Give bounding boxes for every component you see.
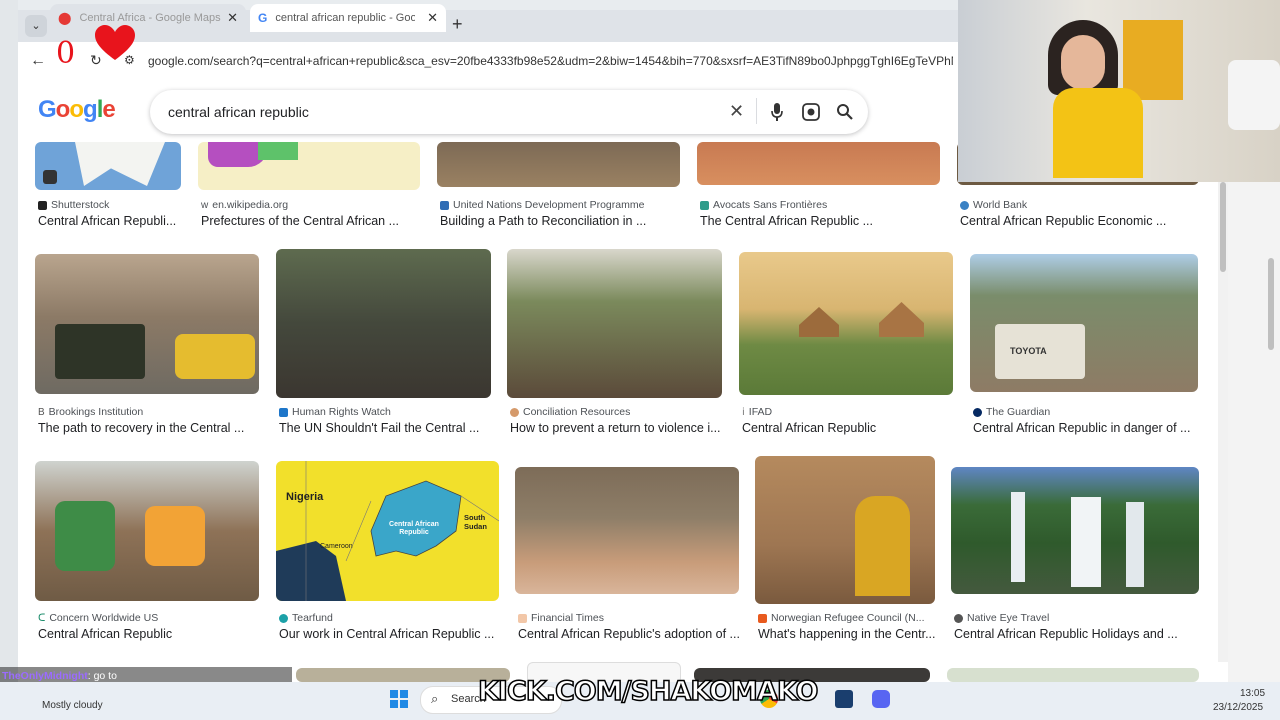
- page-scrollbar[interactable]: [1218, 182, 1228, 662]
- kick-watermark: KICK.COM/SHAKOMAKO: [477, 675, 819, 708]
- result-title[interactable]: Our work in Central African Republic ...: [279, 627, 499, 641]
- result-source[interactable]: United Nations Development Programme: [440, 199, 644, 211]
- result-title[interactable]: Central African Republi...: [38, 214, 188, 228]
- result-source[interactable]: ⅰ IFAD: [742, 406, 772, 418]
- result-source[interactable]: Human Rights Watch: [279, 406, 391, 418]
- result-source[interactable]: ᴡ en.wikipedia.org: [201, 199, 288, 211]
- google-logo[interactable]: Google: [38, 96, 116, 124]
- result-source[interactable]: Avocats Sans Frontières: [700, 199, 827, 211]
- map-label-nigeria: Nigeria: [286, 491, 324, 503]
- search-icon[interactable]: [836, 103, 854, 121]
- image-result-thumb[interactable]: [35, 461, 259, 601]
- scrollbar-thumb[interactable]: [1220, 182, 1226, 272]
- image-result-thumb[interactable]: [437, 142, 680, 187]
- heart-icon: [95, 25, 135, 60]
- image-result-thumb[interactable]: [515, 467, 739, 594]
- windows-start-icon[interactable]: [390, 690, 408, 708]
- weather-text: Mostly cloudy: [42, 700, 103, 711]
- tab-label: Central Africa - Google Maps: [79, 12, 221, 24]
- back-icon[interactable]: ←: [30, 52, 46, 70]
- toyota-label: TOYOTA: [1010, 346, 1047, 356]
- taskbar-app-icon[interactable]: [835, 690, 853, 708]
- tab-google-maps[interactable]: ⬤ Central Africa - Google Maps ✕: [50, 4, 246, 32]
- result-title[interactable]: The UN Shouldn't Fail the Central ...: [279, 421, 493, 435]
- map-label-south-sudan: South Sudan: [464, 513, 487, 531]
- close-tab-icon[interactable]: ✕: [427, 10, 438, 26]
- image-result-thumb[interactable]: [276, 249, 491, 398]
- result-title[interactable]: Central African Republic's adoption of .…: [518, 627, 740, 641]
- result-title[interactable]: The path to recovery in the Central ...: [38, 421, 258, 435]
- result-source[interactable]: Financial Times: [518, 612, 604, 624]
- discord-icon[interactable]: [872, 690, 890, 708]
- divider: [756, 98, 757, 124]
- result-source[interactable]: B Brookings Institution: [38, 406, 143, 418]
- lens-icon[interactable]: [802, 103, 820, 121]
- result-title[interactable]: Central African Republic: [38, 627, 258, 641]
- result-source[interactable]: Conciliation Resources: [510, 406, 630, 418]
- image-result-thumb[interactable]: [755, 456, 935, 604]
- image-result-thumb[interactable]: TOYOTA: [970, 254, 1198, 392]
- image-result-thumb[interactable]: [947, 668, 1199, 682]
- result-source[interactable]: Norwegian Refugee Council (N...: [758, 612, 925, 624]
- maps-pin-icon: ⬤: [58, 11, 72, 25]
- image-result-thumb[interactable]: [35, 142, 181, 190]
- microphone-icon[interactable]: [770, 102, 784, 122]
- desktop-left-strip: [0, 0, 18, 682]
- clear-search-icon[interactable]: ✕: [729, 101, 744, 122]
- browser-window: ⌄ ⬤ Central Africa - Google Maps ✕ G cen…: [0, 0, 1280, 720]
- image-result-thumb[interactable]: [198, 142, 420, 190]
- clock-time[interactable]: 13:05: [1240, 688, 1265, 699]
- right-panel-strip: [1228, 182, 1280, 682]
- result-source[interactable]: ᑕ Concern Worldwide US: [38, 612, 158, 624]
- result-title[interactable]: Central African Republic in danger of ..…: [973, 421, 1199, 435]
- search-icon: ⌕: [431, 691, 439, 706]
- chat-username: TheOnlyMidnight: [2, 670, 88, 682]
- result-title[interactable]: Central African Republic Economic ...: [960, 214, 1200, 228]
- result-source[interactable]: Native Eye Travel: [954, 612, 1049, 624]
- result-title[interactable]: What's happening in the Centr...: [758, 627, 938, 641]
- result-source[interactable]: Shutterstock: [38, 199, 109, 211]
- result-title[interactable]: The Central African Republic ...: [700, 214, 940, 228]
- tab-list-button[interactable]: ⌄: [25, 15, 47, 37]
- image-result-thumb[interactable]: [35, 254, 259, 394]
- result-source[interactable]: The Guardian: [973, 406, 1050, 418]
- close-tab-icon[interactable]: ✕: [227, 10, 238, 26]
- image-result-thumb[interactable]: Nigeria Central African Republic South S…: [276, 461, 499, 601]
- address-url[interactable]: google.com/search?q=central+african+repu…: [148, 54, 953, 68]
- google-g-icon: G: [258, 11, 268, 25]
- clock-date[interactable]: 23/12/2025: [1213, 702, 1263, 713]
- result-title[interactable]: How to prevent a return to violence i...: [510, 421, 722, 435]
- right-panel-scrollbar[interactable]: [1268, 258, 1274, 350]
- image-result-thumb[interactable]: [507, 249, 722, 398]
- webcam-overlay: [958, 0, 1280, 182]
- result-title[interactable]: Prefectures of the Central African ...: [201, 214, 423, 228]
- image-result-thumb[interactable]: [739, 252, 953, 395]
- result-source[interactable]: Tearfund: [279, 612, 333, 624]
- map-label-car: Central African Republic: [389, 521, 439, 536]
- new-tab-button[interactable]: +: [452, 14, 463, 35]
- image-result-thumb[interactable]: [951, 467, 1199, 594]
- tab-google-search[interactable]: G central african republic - Googl ✕: [250, 4, 446, 32]
- search-input[interactable]: central african republic: [168, 104, 309, 120]
- result-title[interactable]: Central African Republic Holidays and ..…: [954, 627, 1198, 641]
- photo-badge-icon: [43, 170, 57, 184]
- chat-line: TheOnlyMidnight: go to: [2, 670, 117, 682]
- chat-text: : go to: [87, 670, 117, 682]
- result-title[interactable]: Central African Republic: [742, 421, 954, 435]
- tab-label: central african republic - Googl: [275, 12, 416, 24]
- result-title[interactable]: Building a Path to Reconciliation in ...: [440, 214, 680, 228]
- map-label-cameroon: Cameroon: [320, 543, 353, 550]
- result-source[interactable]: World Bank: [960, 199, 1027, 211]
- counter-overlay: 0: [56, 36, 76, 71]
- image-result-thumb[interactable]: [697, 142, 940, 185]
